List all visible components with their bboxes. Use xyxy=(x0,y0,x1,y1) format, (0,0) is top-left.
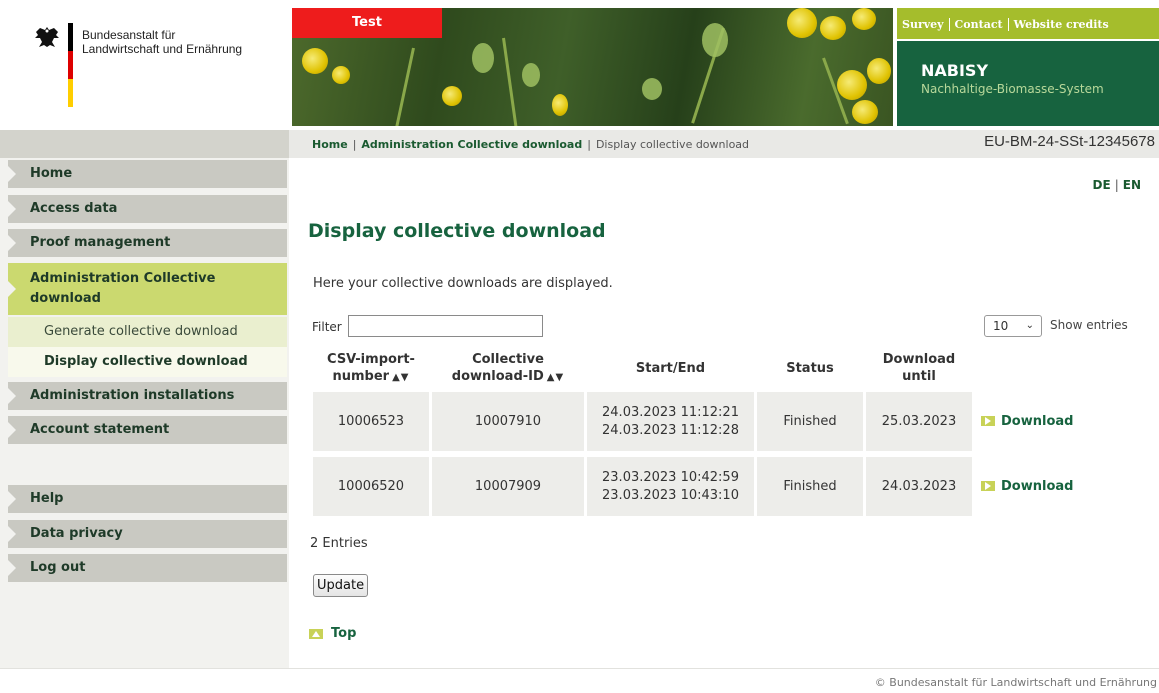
start-end-cell: 24.03.2023 11:12:21 24.03.2023 11:12:28 xyxy=(587,392,754,451)
download-link[interactable]: Download xyxy=(981,414,1073,429)
end-time: 24.03.2023 11:12:28 xyxy=(602,422,739,438)
arrow-up-icon xyxy=(309,628,323,639)
status-cell: Finished xyxy=(757,392,863,451)
sort-icon[interactable]: ▲▼ xyxy=(547,372,564,383)
status-cell: Finished xyxy=(757,457,863,516)
agency-name-line2: Landwirtschaft und Ernährung xyxy=(82,42,243,56)
collective-download-id-cell: 10007909 xyxy=(432,457,584,516)
copyright-notice: © Bundesanstalt für Landwirtschaft und E… xyxy=(874,676,1157,689)
page-intro-text: Here your collective downloads are displ… xyxy=(313,276,613,291)
start-end-cell: 23.03.2023 10:42:59 23.03.2023 10:43:10 xyxy=(587,457,754,516)
filter-input[interactable] xyxy=(348,315,543,337)
agency-name: Bundesanstalt für Landwirtschaft und Ern… xyxy=(82,28,242,56)
column-header-label: download-ID xyxy=(451,368,544,384)
page-title: Display collective download xyxy=(308,220,606,242)
column-header-label: Download xyxy=(882,352,956,367)
footer-divider xyxy=(0,668,1159,669)
survey-link[interactable]: Survey xyxy=(902,18,944,31)
system-title-box: NABISY Nachhaltige-Biomasse-System xyxy=(897,41,1159,126)
sidebar-subitem-display-collective-download[interactable]: Display collective download xyxy=(8,347,287,377)
download-link[interactable]: Download xyxy=(981,479,1073,494)
contact-link[interactable]: Contact xyxy=(955,18,1003,31)
sidebar-item-administration-collective-download[interactable]: Administration Collective download xyxy=(8,263,287,315)
account-id: EU-BM-24-SSt-12345678 xyxy=(984,133,1155,150)
language-separator: | xyxy=(1114,178,1119,192)
language-switcher: DE | EN xyxy=(1093,178,1141,192)
utility-links: Survey Contact Website credits xyxy=(897,8,1159,39)
column-header-label: Start/End xyxy=(635,360,706,376)
system-title: NABISY xyxy=(921,61,989,80)
download-until-cell: 25.03.2023 xyxy=(866,392,972,451)
collective-download-id-cell: 10007910 xyxy=(432,392,584,451)
entries-per-page-value: 10 xyxy=(993,319,1009,333)
breadcrumb-admin-collective-download[interactable]: Administration Collective download xyxy=(361,138,582,151)
language-en-link[interactable]: EN xyxy=(1123,178,1141,192)
breadcrumb: Home | Administration Collective download |… xyxy=(312,138,749,151)
agency-logo[interactable]: Bundesanstalt für Landwirtschaft und Ern… xyxy=(0,0,290,125)
breadcrumb-bar-left xyxy=(0,130,289,158)
download-cell: Download xyxy=(975,392,1090,451)
system-subtitle: Nachhaltige-Biomasse-System xyxy=(921,82,1104,96)
column-header-label: Status xyxy=(786,360,834,376)
entry-count: 2 Entries xyxy=(310,536,368,551)
sidebar-item-administration-installations[interactable]: Administration installations xyxy=(8,382,287,410)
header-banner-image: Test xyxy=(292,8,893,126)
csv-import-number-cell: 10006520 xyxy=(313,457,429,516)
breadcrumb-home[interactable]: Home xyxy=(312,138,348,151)
start-time: 23.03.2023 10:42:59 xyxy=(602,469,739,485)
link-divider xyxy=(1007,18,1009,31)
start-time: 24.03.2023 11:12:21 xyxy=(602,404,739,420)
column-header-label: number xyxy=(332,368,390,384)
breadcrumb-separator: | xyxy=(587,138,591,151)
arrow-right-icon xyxy=(981,481,995,491)
filter-label: Filter xyxy=(312,320,342,334)
sidebar-item-data-privacy[interactable]: Data privacy xyxy=(8,520,287,548)
website-credits-link[interactable]: Website credits xyxy=(1014,18,1109,31)
collective-downloads-table: CSV-import- number ▲▼ Collective download… xyxy=(310,344,1093,516)
back-to-top-link[interactable]: Top xyxy=(309,626,356,641)
german-flag-bar xyxy=(68,23,73,107)
sidebar-item-home[interactable]: Home xyxy=(8,160,287,188)
breadcrumb-current: Display collective download xyxy=(595,138,750,151)
end-time: 23.03.2023 10:43:10 xyxy=(602,487,739,503)
download-link-label: Download xyxy=(1001,478,1074,494)
column-header-action xyxy=(975,344,1090,392)
main-content: DE | EN Display collective download Here y… xyxy=(292,158,1155,668)
column-header-status: Status xyxy=(757,344,863,392)
table-row: 10006523 10007910 24.03.2023 11:12:21 24… xyxy=(313,392,1090,451)
table-row: 10006520 10007909 23.03.2023 10:42:59 23… xyxy=(313,457,1090,516)
sidebar-item-account-statement[interactable]: Account statement xyxy=(8,416,287,444)
table-header-row: CSV-import- number ▲▼ Collective download… xyxy=(313,344,1090,392)
breadcrumb-bar: Home | Administration Collective download |… xyxy=(0,130,1159,158)
test-environment-badge: Test xyxy=(292,8,442,38)
link-divider xyxy=(948,18,950,31)
agency-name-line1: Bundesanstalt für xyxy=(82,28,176,42)
column-header-collective-download-id: Collective download-ID ▲▼ xyxy=(432,344,584,392)
column-header-download-until: Download until xyxy=(866,344,972,392)
breadcrumb-separator: | xyxy=(352,138,357,151)
entries-per-page-label: Show entries xyxy=(1050,318,1128,332)
arrow-right-icon xyxy=(981,416,995,426)
update-button[interactable]: Update xyxy=(313,574,369,597)
csv-import-number-cell: 10006523 xyxy=(313,392,429,451)
column-header-label: Collective xyxy=(472,351,544,367)
federal-eagle-icon xyxy=(35,27,59,47)
sidebar-item-proof-management[interactable]: Proof management xyxy=(8,229,287,257)
sidebar-item-help[interactable]: Help xyxy=(8,485,287,513)
download-until-cell: 24.03.2023 xyxy=(866,457,972,516)
sidebar-subitem-generate-collective-download[interactable]: Generate collective download xyxy=(8,317,287,347)
sidebar-item-log-out[interactable]: Log out xyxy=(8,554,287,582)
column-header-label: CSV-import- xyxy=(327,351,415,367)
entries-per-page-select[interactable]: 10 ⌄ xyxy=(984,315,1042,337)
chevron-down-icon: ⌄ xyxy=(1025,320,1034,331)
sort-icon[interactable]: ▲▼ xyxy=(392,372,409,383)
sidebar-item-access-data[interactable]: Access data xyxy=(8,195,287,223)
back-to-top-label: Top xyxy=(331,626,357,641)
download-cell: Download xyxy=(975,457,1090,516)
language-de-link[interactable]: DE xyxy=(1093,178,1111,192)
download-link-label: Download xyxy=(1001,413,1074,429)
column-header-start-end: Start/End xyxy=(587,344,754,392)
column-header-label: until xyxy=(902,369,936,384)
column-header-csv-import-number: CSV-import- number ▲▼ xyxy=(313,344,429,392)
